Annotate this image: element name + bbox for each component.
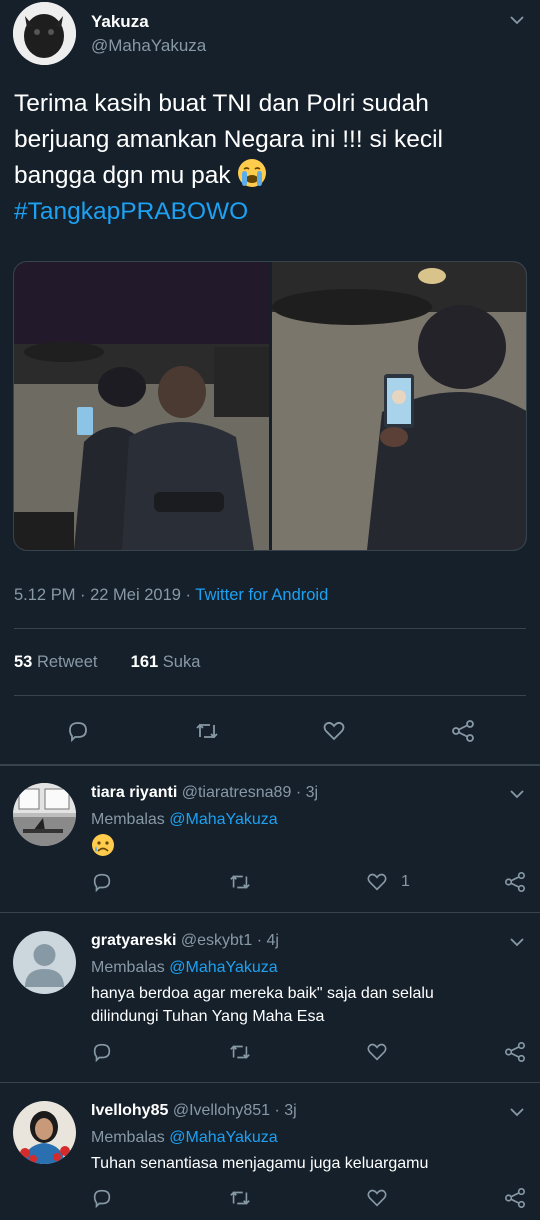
chevron-down-icon[interactable] <box>509 934 525 950</box>
divider <box>0 1082 540 1083</box>
like-icon[interactable] <box>366 1041 388 1063</box>
reply-icon[interactable] <box>91 1041 113 1063</box>
divider <box>14 695 526 696</box>
reply-text-line: hanya berdoa agar mereka baik" saja dan … <box>91 985 434 1002</box>
retweet-icon[interactable] <box>228 1041 252 1063</box>
reply-author-name[interactable]: tiara riyanti <box>91 784 177 801</box>
tweet-media[interactable] <box>13 261 527 551</box>
share-icon[interactable] <box>504 1187 526 1209</box>
tweet-meta: 5.12 PM · 22 Mei 2019 · Twitter for Andr… <box>14 586 328 605</box>
reply-header: tiara riyanti @tiaratresna89 · 3j <box>91 784 318 802</box>
like-icon[interactable] <box>366 871 388 893</box>
reply-avatar[interactable] <box>13 1101 76 1164</box>
reply-icon[interactable] <box>66 719 90 743</box>
reply-author-handle[interactable]: @tiaratresna89 <box>182 784 292 801</box>
replying-to: Membalas @MahaYakuza <box>91 811 278 828</box>
tweet-photo-left[interactable] <box>14 262 269 550</box>
retweet-icon[interactable] <box>228 1187 252 1209</box>
reply-text: hanya berdoa agar mereka baik" saja dan … <box>91 982 521 1028</box>
replying-to-link[interactable]: @MahaYakuza <box>169 959 277 976</box>
reply-icon[interactable] <box>91 871 113 893</box>
reply-header: gratyareski @eskybt1 · 4j <box>91 932 279 950</box>
crying-face-emoji <box>237 158 267 188</box>
reply-icon[interactable] <box>91 1187 113 1209</box>
replying-to-link[interactable]: @MahaYakuza <box>169 1129 277 1146</box>
reply-time: · 3j <box>274 1102 297 1119</box>
tweet-text-line: bangga dgn mu pak <box>14 158 524 194</box>
replying-to: Membalas @MahaYakuza <box>91 1129 278 1146</box>
divider <box>0 912 540 913</box>
share-icon[interactable] <box>504 871 526 893</box>
tweet-timestamp: 5.12 PM · 22 Mei 2019 · <box>14 586 196 604</box>
reply-author-handle[interactable]: @Ivellohy851 <box>173 1102 270 1119</box>
reply-author-name[interactable]: gratyareski <box>91 932 176 949</box>
sad-face-emoji <box>91 833 115 857</box>
tweet-text: Terima kasih buat TNI dan Polri sudah be… <box>14 86 524 230</box>
tweet-text-line: Terima kasih buat TNI dan Polri sudah <box>14 90 429 117</box>
tweet-stats: 53 Retweet 161 Suka <box>14 653 200 672</box>
replying-to-link[interactable]: @MahaYakuza <box>169 811 277 828</box>
share-icon[interactable] <box>504 1041 526 1063</box>
like-stat[interactable]: 161 Suka <box>131 653 201 671</box>
divider <box>14 628 526 629</box>
like-icon[interactable] <box>366 1187 388 1209</box>
reply-time: · 4j <box>256 932 279 949</box>
reply-author-name[interactable]: Ivellohy85 <box>91 1102 168 1119</box>
like-count: 1 <box>401 873 410 890</box>
author-avatar[interactable] <box>13 2 76 65</box>
chevron-down-icon[interactable] <box>509 12 525 28</box>
hashtag-link[interactable]: #TangkapPRABOWO <box>14 194 524 230</box>
reply-time: · 3j <box>295 784 319 801</box>
chevron-down-icon[interactable] <box>509 1104 525 1120</box>
like-icon[interactable] <box>322 719 346 743</box>
reply-text: Tuhan senantiasa menjagamu juga keluarga… <box>91 1155 429 1172</box>
tweet-source-link[interactable]: Twitter for Android <box>195 586 328 604</box>
retweet-icon[interactable] <box>194 719 220 743</box>
reply-author-handle[interactable]: @eskybt1 <box>181 932 252 949</box>
author-name[interactable]: Yakuza <box>91 12 149 32</box>
replying-to: Membalas @MahaYakuza <box>91 959 278 976</box>
author-handle[interactable]: @MahaYakuza <box>91 36 206 56</box>
chevron-down-icon[interactable] <box>509 786 525 802</box>
share-icon[interactable] <box>451 719 475 743</box>
tweet-text-line: berjuang amankan Negara ini !!! si kecil <box>14 126 443 153</box>
retweet-icon[interactable] <box>228 871 252 893</box>
reply-header: Ivellohy85 @Ivellohy851 · 3j <box>91 1102 297 1120</box>
reply-avatar[interactable] <box>13 783 76 846</box>
reply-avatar[interactable] <box>13 931 76 994</box>
reply-text-line: dilindungi Tuhan Yang Maha Esa <box>91 1008 325 1025</box>
divider <box>0 764 540 766</box>
retweet-stat[interactable]: 53 Retweet <box>14 653 97 671</box>
tweet-photo-right[interactable] <box>272 262 526 550</box>
